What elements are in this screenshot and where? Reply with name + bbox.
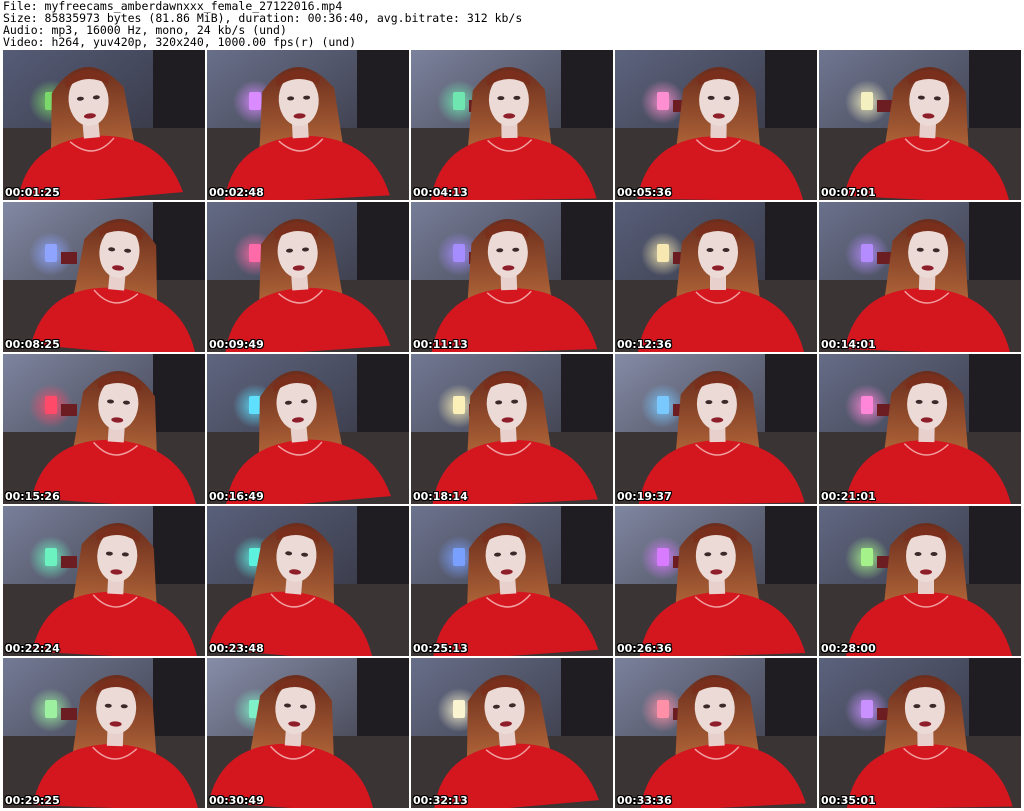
video-thumbnail: 00:22:24 [3,506,205,656]
timestamp-label: 00:23:48 [209,642,264,655]
video-thumbnail: 00:30:49 [207,658,409,808]
timestamp-label: 00:05:36 [617,186,672,199]
timestamp-label: 00:29:25 [5,794,60,807]
video-thumbnail: 00:21:01 [819,354,1021,504]
video-thumbnail: 00:19:37 [615,354,817,504]
video-thumbnail: 00:18:14 [411,354,613,504]
video-thumbnail: 00:23:48 [207,506,409,656]
video-thumbnail: 00:15:26 [3,354,205,504]
video-thumbnail: 00:25:13 [411,506,613,656]
video-thumbnail: 00:09:49 [207,202,409,352]
frame-image [819,354,1021,504]
video-thumbnail: 00:05:36 [615,50,817,200]
frame-image [207,506,409,656]
timestamp-label: 00:22:24 [5,642,60,655]
video-thumbnail: 00:01:25 [3,50,205,200]
timestamp-label: 00:19:37 [617,490,672,503]
frame-image [411,50,613,200]
timestamp-label: 00:14:01 [821,338,876,351]
timestamp-label: 00:16:49 [209,490,264,503]
video-thumbnail: 00:04:13 [411,50,613,200]
frame-image [207,658,409,808]
timestamp-label: 00:04:13 [413,186,468,199]
frame-image [819,202,1021,352]
frame-image [3,506,205,656]
frame-image [3,658,205,808]
timestamp-label: 00:12:36 [617,338,672,351]
frame-image [3,202,205,352]
video-thumbnail: 00:32:13 [411,658,613,808]
file-info-header: File: myfreecams_amberdawnxxx_female_271… [3,0,1021,50]
frame-image [3,50,205,200]
frame-image [207,202,409,352]
timestamp-label: 00:33:36 [617,794,672,807]
frame-image [3,354,205,504]
video-thumbnail: 00:29:25 [3,658,205,808]
frame-image [411,202,613,352]
video-thumbnail: 00:28:00 [819,506,1021,656]
video-thumbnail: 00:35:01 [819,658,1021,808]
timestamp-label: 00:07:01 [821,186,876,199]
frame-image [615,658,817,808]
timestamp-label: 00:18:14 [413,490,468,503]
timestamp-label: 00:11:13 [413,338,468,351]
video-thumbnail: 00:02:48 [207,50,409,200]
timestamp-label: 00:28:00 [821,642,876,655]
timestamp-label: 00:02:48 [209,186,264,199]
frame-image [411,354,613,504]
timestamp-label: 00:32:13 [413,794,468,807]
frame-image [819,658,1021,808]
timestamp-label: 00:35:01 [821,794,876,807]
video-thumbnail: 00:26:36 [615,506,817,656]
video-thumbnail: 00:11:13 [411,202,613,352]
frame-image [819,506,1021,656]
timestamp-label: 00:09:49 [209,338,264,351]
timestamp-label: 00:25:13 [413,642,468,655]
frame-image [615,202,817,352]
video-thumbnail: 00:07:01 [819,50,1021,200]
video-info-line: Video: h264, yuv420p, 320x240, 1000.00 f… [3,35,357,49]
frame-image [819,50,1021,200]
frame-image [615,50,817,200]
frame-image [207,50,409,200]
video-thumbnail: 00:14:01 [819,202,1021,352]
frame-image [207,354,409,504]
video-thumbnail: 00:08:25 [3,202,205,352]
video-thumbnail: 00:33:36 [615,658,817,808]
timestamp-label: 00:21:01 [821,490,876,503]
timestamp-label: 00:15:26 [5,490,60,503]
timestamp-label: 00:01:25 [5,186,60,199]
timestamp-label: 00:26:36 [617,642,672,655]
video-thumbnail: 00:16:49 [207,354,409,504]
frame-image [411,506,613,656]
thumbnail-grid: 00:01:25 00:02:48 00:04:13 00:05:36 00:07:01… [3,50,1021,809]
frame-image [615,354,817,504]
frame-image [615,506,817,656]
video-thumbnail: 00:12:36 [615,202,817,352]
timestamp-label: 00:30:49 [209,794,264,807]
frame-image [411,658,613,808]
timestamp-label: 00:08:25 [5,338,60,351]
